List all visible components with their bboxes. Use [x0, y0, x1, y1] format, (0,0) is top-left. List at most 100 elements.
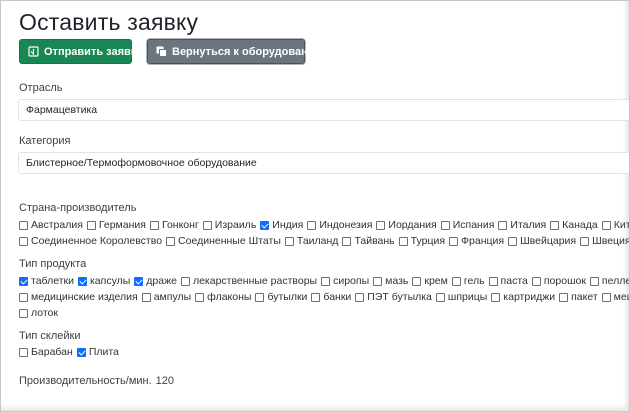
checkbox-unchecked[interactable] [435, 292, 445, 302]
checkbox-unchecked[interactable] [86, 220, 96, 230]
product-type-row-3: лоток [19, 307, 62, 319]
checkbox-option[interactable]: Австралия [19, 219, 83, 231]
checkbox-unchecked[interactable] [451, 276, 461, 286]
checkbox-label: Германия [98, 219, 146, 231]
checkbox-option[interactable]: Канада [550, 219, 598, 231]
checkbox-option[interactable]: сиропы [321, 275, 369, 287]
checkbox-option[interactable]: лекарственные растворы [180, 275, 317, 287]
checkbox-unchecked[interactable] [19, 292, 28, 302]
checkbox-unchecked[interactable] [19, 308, 28, 318]
checkbox-unchecked[interactable] [149, 220, 159, 230]
checkbox-unchecked[interactable] [412, 276, 422, 286]
checkbox-unchecked[interactable] [550, 220, 560, 230]
checkbox-option[interactable]: бутылки [255, 291, 307, 303]
checkbox-option[interactable]: Израиль [202, 219, 256, 231]
checkbox-option[interactable]: Соединенное Королевство [19, 235, 162, 247]
checkbox-option[interactable]: Франция [449, 235, 504, 247]
industry-select[interactable]: Фармацевтика [18, 99, 629, 121]
checkbox-option[interactable]: банки [311, 291, 351, 303]
checkbox-option[interactable]: Тайвань [342, 235, 395, 247]
back-to-equipment-button[interactable]: Вернуться к оборудованию [147, 39, 324, 64]
checkbox-option[interactable]: Италия [498, 219, 546, 231]
checkbox-unchecked[interactable] [342, 236, 352, 246]
checkbox-option[interactable]: Гонконг [149, 219, 199, 231]
checkbox-option[interactable]: ПЭТ бутылка [355, 291, 432, 303]
checkbox-label: гель [463, 275, 485, 287]
checkbox-unchecked[interactable] [601, 220, 611, 230]
checkbox-unchecked[interactable] [180, 276, 190, 286]
submit-request-button[interactable]: Отправить заявку [19, 39, 142, 64]
checkbox-option[interactable]: медицинские изделия [19, 291, 138, 303]
checkbox-label: флаконы [207, 291, 252, 303]
checkbox-option[interactable]: Китай [601, 219, 629, 231]
checkbox-unchecked[interactable] [166, 236, 176, 246]
checkbox-option[interactable]: Барабан [19, 346, 73, 358]
checkbox-label: Испания [452, 219, 495, 231]
checkbox-unchecked[interactable] [498, 220, 508, 230]
checkbox-unchecked[interactable] [141, 292, 151, 302]
checkbox-unchecked[interactable] [559, 292, 569, 302]
checkbox-unchecked[interactable] [202, 220, 212, 230]
checkbox-unchecked[interactable] [355, 292, 365, 302]
checkbox-unchecked[interactable] [284, 236, 294, 246]
checkbox-option[interactable]: Иордания [376, 219, 437, 231]
checkbox-unchecked[interactable] [580, 236, 590, 246]
checkbox-unchecked[interactable] [19, 236, 28, 246]
checkbox-option[interactable]: крем [412, 275, 448, 287]
checkbox-option[interactable]: капсулы [77, 275, 130, 287]
checkbox-unchecked[interactable] [508, 236, 518, 246]
checkbox-option[interactable]: пеллеты [589, 275, 629, 287]
checkbox-option[interactable]: Турция [398, 235, 446, 247]
checkbox-unchecked[interactable] [19, 347, 28, 357]
checkbox-label: Турция [410, 235, 446, 247]
checkbox-option[interactable]: Плита [76, 346, 119, 358]
checkbox-unchecked[interactable] [589, 276, 599, 286]
checkbox-option[interactable]: Испания [440, 219, 495, 231]
checkbox-unchecked[interactable] [373, 276, 383, 286]
checkbox-option[interactable]: шприцы [435, 291, 487, 303]
category-select[interactable]: Блистерное/Термоформовочное оборудование [18, 152, 629, 174]
checkbox-checked[interactable] [77, 276, 87, 286]
checkbox-option[interactable]: гель [451, 275, 485, 287]
checkbox-unchecked[interactable] [449, 236, 459, 246]
checkbox-checked[interactable] [260, 220, 270, 230]
checkbox-label: ПЭТ бутылка [367, 291, 432, 303]
checkbox-unchecked[interactable] [19, 220, 28, 230]
checkbox-unchecked[interactable] [488, 276, 498, 286]
checkbox-checked[interactable] [76, 347, 86, 357]
checkbox-option[interactable]: мешок [601, 291, 629, 303]
checkbox-unchecked[interactable] [321, 276, 331, 286]
checkbox-checked[interactable] [134, 276, 144, 286]
checkbox-unchecked[interactable] [398, 236, 408, 246]
checkbox-option[interactable]: Швейцария [508, 235, 576, 247]
checkbox-unchecked[interactable] [531, 276, 541, 286]
checkbox-option[interactable]: лоток [19, 307, 58, 319]
checkbox-label: сиропы [333, 275, 370, 287]
checkbox-checked[interactable] [19, 276, 28, 286]
checkbox-option[interactable]: таблетки [19, 275, 74, 287]
checkbox-option[interactable]: Германия [86, 219, 146, 231]
checkbox-unchecked[interactable] [376, 220, 386, 230]
checkbox-option[interactable]: Индия [260, 219, 303, 231]
checkbox-unchecked[interactable] [255, 292, 265, 302]
checkbox-unchecked[interactable] [311, 292, 321, 302]
checkbox-option[interactable]: пакет [559, 291, 598, 303]
checkbox-label: крем [424, 275, 448, 287]
checkbox-option[interactable]: мазь [373, 275, 408, 287]
checkbox-option[interactable]: Индонезия [307, 219, 372, 231]
checkbox-option[interactable]: Таиланд [284, 235, 338, 247]
checkbox-unchecked[interactable] [440, 220, 450, 230]
checkbox-option[interactable]: Соединенные Штаты [166, 235, 281, 247]
checkbox-option[interactable]: паста [488, 275, 528, 287]
checkbox-option[interactable]: картриджи [491, 291, 555, 303]
checkbox-unchecked[interactable] [195, 292, 205, 302]
checkbox-option[interactable]: порошок [531, 275, 586, 287]
checkbox-unchecked[interactable] [491, 292, 501, 302]
checkbox-label: лоток [31, 307, 58, 319]
checkbox-option[interactable]: флаконы [195, 291, 251, 303]
checkbox-unchecked[interactable] [601, 292, 611, 302]
checkbox-option[interactable]: ампулы [141, 291, 191, 303]
checkbox-option[interactable]: драже [134, 275, 177, 287]
checkbox-option[interactable]: Швеция [580, 235, 629, 247]
checkbox-unchecked[interactable] [307, 220, 317, 230]
